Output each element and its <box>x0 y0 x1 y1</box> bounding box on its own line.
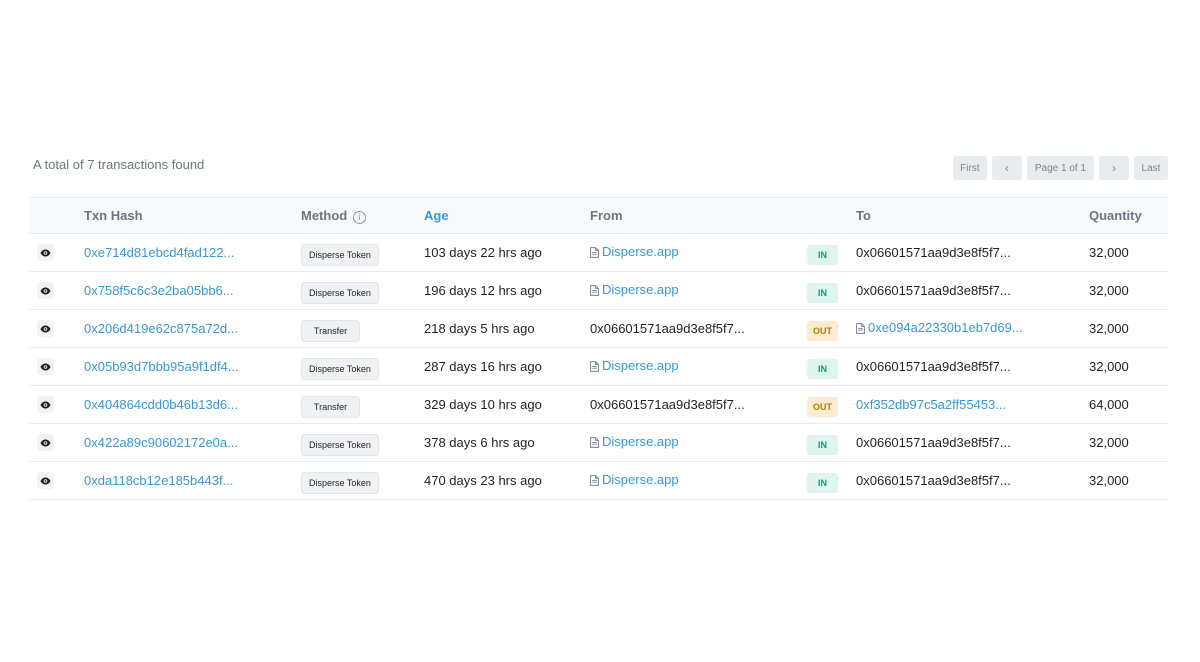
col-method-label: Method <box>301 207 348 223</box>
from-address: 0x06601571aa9d3e8f5f7... <box>590 397 745 412</box>
col-from: From <box>590 208 623 223</box>
first-page-button[interactable]: First <box>952 156 987 180</box>
table-row: 0x422a89c90602172e0a... Disperse Token 3… <box>29 424 1168 462</box>
txn-hash-link[interactable]: 0x206d419e62c875a72d... <box>84 321 238 336</box>
to-address: 0x06601571aa9d3e8f5f7... <box>856 435 1011 450</box>
quantity-cell: 32,000 <box>1089 473 1129 488</box>
last-page-button[interactable]: Last <box>1134 156 1168 180</box>
document-icon <box>590 360 599 375</box>
eye-icon[interactable] <box>37 282 54 299</box>
document-icon <box>590 284 599 299</box>
method-badge: Disperse Token <box>301 471 379 494</box>
page-indicator: Page 1 of 1 <box>1026 156 1094 180</box>
quantity-cell: 32,000 <box>1089 359 1129 374</box>
direction-badge: IN <box>807 434 838 455</box>
to-address-link[interactable]: 0xe094a22330b1eb7d69... <box>868 320 1023 335</box>
transactions-summary: A total of 7 transactions found <box>33 157 205 172</box>
document-icon <box>590 474 599 489</box>
direction-badge: IN <box>807 358 838 379</box>
method-badge: Disperse Token <box>301 243 379 266</box>
txn-hash-link[interactable]: 0x404864cdd0b46b13d6... <box>84 397 238 412</box>
col-to: To <box>856 208 871 223</box>
table-row: 0x758f5c6c3e2ba05bb6... Disperse Token 1… <box>29 272 1168 310</box>
txn-hash-link[interactable]: 0x05b93d7bbb95a9f1df4... <box>84 359 239 374</box>
transactions-table: Txn Hash Method i Age From To Quantity 0… <box>29 197 1168 500</box>
age-cell: 287 days 16 hrs ago <box>424 359 542 374</box>
eye-icon[interactable] <box>37 434 54 451</box>
to-address: 0x06601571aa9d3e8f5f7... <box>856 473 1011 488</box>
info-circle-icon[interactable]: i <box>352 210 366 224</box>
txn-hash-link[interactable]: 0x758f5c6c3e2ba05bb6... <box>84 283 234 298</box>
txn-hash-link[interactable]: 0xe714d81ebcd4fad122... <box>84 245 234 260</box>
col-txn-hash: Txn Hash <box>84 208 143 223</box>
pagination: First ‹ Page 1 of 1 › Last <box>952 156 1168 180</box>
table-header-row: Txn Hash Method i Age From To Quantity <box>29 197 1168 234</box>
eye-icon[interactable] <box>37 244 54 261</box>
age-cell: 470 days 23 hrs ago <box>424 473 542 488</box>
quantity-cell: 32,000 <box>1089 435 1129 450</box>
table-row: 0x404864cdd0b46b13d6... Transfer 329 day… <box>29 386 1168 424</box>
prev-page-button[interactable]: ‹ <box>991 156 1022 180</box>
direction-badge: IN <box>807 472 838 493</box>
quantity-cell: 64,000 <box>1089 397 1129 412</box>
direction-badge: OUT <box>807 320 838 341</box>
to-address-link[interactable]: 0xf352db97c5a2ff55453... <box>856 397 1006 412</box>
eye-icon[interactable] <box>37 472 54 489</box>
method-badge: Disperse Token <box>301 357 379 380</box>
to-address: 0x06601571aa9d3e8f5f7... <box>856 359 1011 374</box>
direction-badge: OUT <box>807 396 838 417</box>
table-row: 0xe714d81ebcd4fad122... Disperse Token 1… <box>29 234 1168 272</box>
quantity-cell: 32,000 <box>1089 321 1129 336</box>
age-cell: 378 days 6 hrs ago <box>424 435 535 450</box>
eye-icon[interactable] <box>37 358 54 375</box>
col-quantity: Quantity <box>1089 208 1142 223</box>
txn-hash-link[interactable]: 0xda118cb12e185b443f... <box>84 473 233 488</box>
txn-hash-link[interactable]: 0x422a89c90602172e0a... <box>84 435 238 450</box>
age-cell: 218 days 5 hrs ago <box>424 321 535 336</box>
method-badge: Transfer <box>301 395 360 418</box>
to-address: 0x06601571aa9d3e8f5f7... <box>856 245 1011 260</box>
age-cell: 329 days 10 hrs ago <box>424 397 542 412</box>
table-row: 0x206d419e62c875a72d... Transfer 218 day… <box>29 310 1168 348</box>
col-method: Method i <box>301 198 424 234</box>
quantity-cell: 32,000 <box>1089 283 1129 298</box>
from-address-link[interactable]: Disperse.app <box>602 434 679 449</box>
table-row: 0xda118cb12e185b443f... Disperse Token 4… <box>29 462 1168 500</box>
eye-icon[interactable] <box>37 320 54 337</box>
from-address-link[interactable]: Disperse.app <box>602 244 679 259</box>
eye-icon[interactable] <box>37 396 54 413</box>
document-icon <box>590 436 599 451</box>
direction-badge: IN <box>807 282 838 303</box>
from-address-link[interactable]: Disperse.app <box>602 282 679 297</box>
method-badge: Disperse Token <box>301 433 379 456</box>
to-address: 0x06601571aa9d3e8f5f7... <box>856 283 1011 298</box>
document-icon <box>856 322 865 337</box>
method-badge: Transfer <box>301 319 360 342</box>
age-cell: 196 days 12 hrs ago <box>424 283 542 298</box>
document-icon <box>590 246 599 261</box>
from-address: 0x06601571aa9d3e8f5f7... <box>590 321 745 336</box>
age-cell: 103 days 22 hrs ago <box>424 245 542 260</box>
from-address-link[interactable]: Disperse.app <box>602 472 679 487</box>
direction-badge: IN <box>807 244 838 265</box>
table-row: 0x05b93d7bbb95a9f1df4... Disperse Token … <box>29 348 1168 386</box>
method-badge: Disperse Token <box>301 281 379 304</box>
col-age[interactable]: Age <box>424 198 590 234</box>
quantity-cell: 32,000 <box>1089 245 1129 260</box>
next-page-button[interactable]: › <box>1099 156 1129 180</box>
from-address-link[interactable]: Disperse.app <box>602 358 679 373</box>
